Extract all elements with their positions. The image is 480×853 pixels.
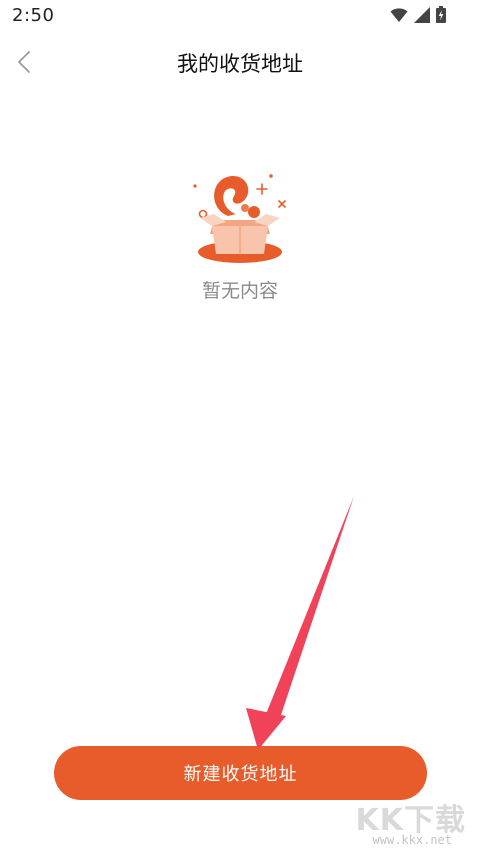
watermark: KK下载 www.kkx.net [350,795,466,847]
header: 我的收货地址 [0,36,480,92]
new-address-button[interactable]: 新建收货地址 [54,746,427,800]
status-time: 2:50 [12,5,55,26]
status-bar: 2:50 [0,0,480,32]
address-list-screen: 2:50 我的收货地址 暂无内容 新建收货地址 KK下载 www.kkx.net [0,0,480,853]
empty-box-icon [192,168,288,268]
watermark-url: www.kkx.net [372,833,452,847]
wifi-icon [390,7,408,23]
page-title: 我的收货地址 [177,52,303,76]
empty-state: 暂无内容 [0,168,480,303]
empty-message: 暂无内容 [201,280,278,302]
battery-charging-icon [436,6,446,23]
status-icons [390,6,446,23]
annotation-arrow [246,496,354,750]
cell-signal-icon [414,6,430,23]
